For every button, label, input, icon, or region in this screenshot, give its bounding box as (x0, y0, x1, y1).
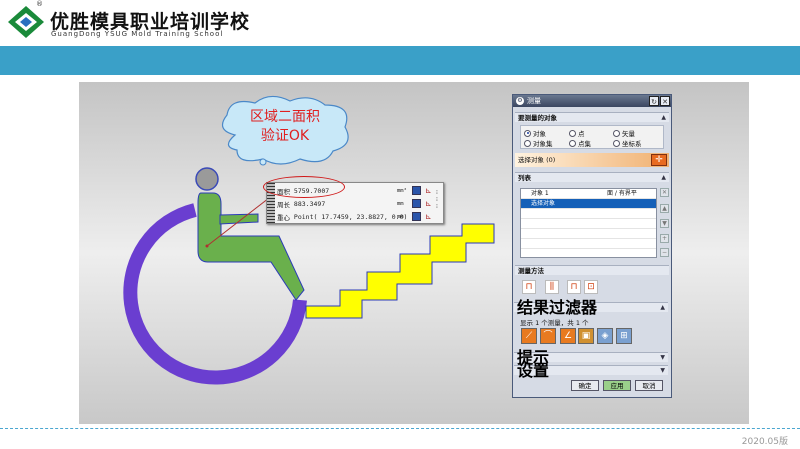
centroid-row: 重心 Point( 17.7459, 23.8827, 0.0) mm ⊾ (277, 210, 432, 223)
measure-distance-icon[interactable]: ⊓ (522, 280, 536, 294)
wheelchair-stairs-illustration (123, 167, 495, 385)
apply-button[interactable]: 应用 (603, 380, 631, 391)
radio-point[interactable]: 点 (569, 128, 585, 138)
filter-section-header[interactable]: 结果过滤器 ▲ (514, 300, 668, 316)
close-icon[interactable]: ✕ (660, 96, 670, 106)
callout-line1: 区域二面积 (250, 109, 320, 125)
filter-section-label: 结果过滤器 (517, 298, 598, 317)
centroid-label: 重心 (277, 213, 290, 222)
centroid-unit: mm (397, 213, 404, 220)
measure-length-icon[interactable]: ⊓ (567, 280, 581, 294)
dialog-title: 测量 (527, 97, 541, 105)
list-section-header[interactable]: 列表 ▲ (515, 172, 669, 182)
move-up-icon[interactable]: ▲ (660, 204, 669, 213)
callout-line2: 验证OK (260, 128, 310, 144)
settings-section-header[interactable]: 设置 ▼ (514, 363, 668, 379)
crosshair-icon[interactable]: ✛ (651, 154, 667, 166)
version-label: 2020.05版 (741, 437, 788, 447)
radio-object[interactable]: 对象 (524, 128, 546, 138)
grid-icon[interactable] (412, 212, 421, 221)
settings-section-label: 设置 (517, 361, 550, 380)
radio-object-set[interactable]: 对象集 (524, 138, 553, 148)
chevron-up-icon: ▲ (661, 174, 666, 181)
list-item[interactable]: 对象 1 面 / 有界平 (521, 189, 656, 199)
list-section-label: 列表 (518, 174, 531, 182)
filter-distance-icon[interactable]: ⟋ (521, 328, 537, 344)
radio-vector[interactable]: 矢量 (613, 128, 635, 138)
filter-info-icon[interactable]: ⊞ (616, 328, 632, 344)
delete-icon[interactable]: − (660, 248, 669, 257)
chevron-up-icon: ▲ (661, 114, 666, 121)
perimeter-unit: mm (397, 200, 404, 207)
select-object-label: 选择对象 (0) (518, 156, 556, 164)
dialog-titlebar: ⚙ 测量 ↻ ✕ (513, 95, 671, 107)
figure-arm (219, 213, 259, 225)
remove-icon[interactable]: ✕ (660, 188, 669, 197)
filter-status: 显示 1 个测量，共 1 个 (520, 319, 589, 327)
measure-angle-icon[interactable]: ⫼ (545, 280, 559, 294)
radio-point-set[interactable]: 点集 (569, 138, 591, 148)
figure-head (195, 167, 219, 191)
chevron-up-icon: ▲ (660, 304, 665, 311)
measure-list: 对象 1 面 / 有界平 选择对象 (520, 188, 657, 258)
chevron-down-icon: ▼ (660, 367, 665, 374)
list-empty-row (521, 229, 656, 239)
perimeter-row: 周长 883.3497 mm ⊾ (277, 197, 432, 210)
grid-icon[interactable] (412, 186, 421, 195)
perimeter-value: 883.3497 (293, 199, 326, 208)
reset-icon[interactable]: ↻ (649, 96, 659, 106)
highlight-ring (263, 176, 345, 198)
ok-button[interactable]: 确定 (571, 380, 599, 391)
filter-area-icon[interactable]: ▣ (578, 328, 594, 344)
list-empty-row (521, 209, 656, 219)
add-icon[interactable]: + (660, 234, 669, 243)
objects-section-label: 要测量的对象 (518, 114, 557, 122)
objects-section-header[interactable]: 要测量的对象 ▲ (515, 112, 669, 122)
filter-arc-icon[interactable]: ⌒ (540, 328, 556, 344)
cancel-button[interactable]: 取消 (635, 380, 663, 391)
filter-angle-icon[interactable]: ∠ (560, 328, 576, 344)
graph-icon[interactable]: ⊾ (425, 212, 436, 221)
graph-icon[interactable]: ⊾ (425, 199, 436, 208)
callout-text: 区域二面积 验证OK (215, 108, 355, 146)
list-empty-row (521, 239, 656, 249)
footer-divider (0, 428, 800, 429)
grid-icon[interactable] (412, 199, 421, 208)
slide: ® 优胜模具职业培训学校 GuangDong YSUG Mold Trainin… (0, 0, 800, 449)
select-object-bar[interactable]: 选择对象 (0) ✛ (515, 153, 669, 167)
list-empty-row (521, 219, 656, 229)
object-type-panel: 对象 点 矢量 对象集 点集 坐标系 (520, 125, 664, 149)
filter-volume-icon[interactable]: ◈ (597, 328, 613, 344)
centroid-value: Point( 17.7459, 23.8827, 0.0) (293, 212, 408, 221)
move-down-icon[interactable]: ▼ (660, 219, 669, 228)
method-section-label: 测量方法 (518, 267, 544, 275)
graph-icon[interactable]: ⊾ (425, 186, 436, 195)
stairs (305, 223, 495, 319)
gear-icon[interactable]: ⚙ (516, 97, 524, 105)
method-section-header[interactable]: 测量方法 (515, 265, 669, 275)
area-unit: mm² (397, 187, 407, 194)
list-item-selected[interactable]: 选择对象 (521, 199, 656, 209)
measure-radius-icon[interactable]: ⊡ (584, 280, 598, 294)
chevron-down-icon: ▼ (660, 354, 665, 361)
perimeter-label: 周长 (277, 200, 290, 209)
radio-csys[interactable]: 坐标系 (613, 138, 642, 148)
more-icon[interactable]: ⁝ ⁝ ⁝ (436, 189, 441, 219)
